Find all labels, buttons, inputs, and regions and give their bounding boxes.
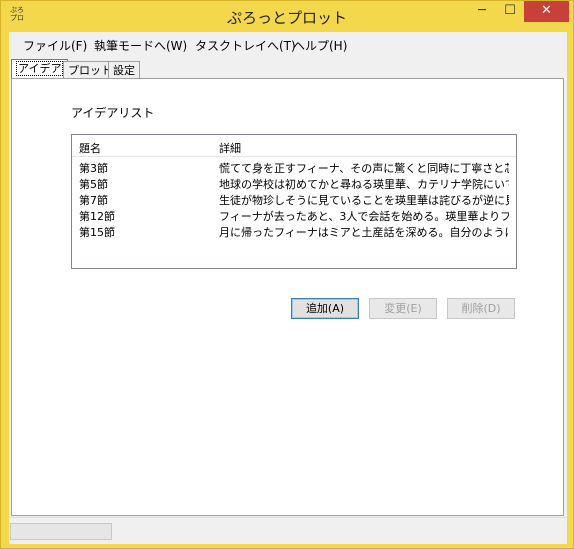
tab-idea[interactable]: アイデア [11, 59, 69, 79]
list-header: 題名 詳細 [72, 135, 516, 157]
status-pane [10, 523, 112, 540]
column-header-title[interactable]: 題名 [79, 140, 101, 156]
item-title: 第12節 [79, 210, 115, 223]
item-detail: 月に帰ったフィーナはミアと土産話を深める。自分のように月... [219, 226, 509, 239]
menu-bar: ファイル(F) 執筆モードへ(W) タスクトレイへ(T) ヘルプ(H) [9, 32, 567, 56]
menu-help[interactable]: ヘルプ(H) [293, 37, 347, 54]
menu-writing-mode[interactable]: 執筆モードへ(W) [94, 37, 187, 54]
item-title: 第5節 [79, 178, 108, 191]
list-item[interactable]: 第3節 慌てて身を正すフィーナ、その声に驚くと同時に丁寧さと芯の... [72, 160, 516, 176]
title-bar[interactable]: ぷろ プロ ぷろっとプロット ─ ☐ ✕ [1, 1, 573, 32]
item-detail: 生徒が物珍しそうに見ていることを瑛里華は詫びるが逆に見... [219, 194, 509, 207]
tab-settings[interactable]: 設定 [108, 61, 140, 78]
add-button[interactable]: 追加(A) [291, 298, 359, 319]
item-title: 第15節 [79, 226, 115, 239]
list-item[interactable]: 第15節 月に帰ったフィーナはミアと土産話を深める。自分のように月... [72, 224, 516, 240]
status-bar [9, 517, 567, 544]
close-button[interactable]: ✕ [524, 1, 569, 22]
idea-panel: アイデアリスト 題名 詳細 第3節 慌てて身を正すフィーナ、その声に驚くと同時に… [11, 78, 564, 516]
column-header-detail[interactable]: 詳細 [219, 140, 241, 156]
delete-button[interactable]: 削除(D) [447, 298, 515, 319]
list-item[interactable]: 第5節 地球の学校は初めてかと尋ねる瑛里華、カテリナ学院にいて... [72, 176, 516, 192]
list-item[interactable]: 第7節 生徒が物珍しそうに見ていることを瑛里華は詫びるが逆に見... [72, 192, 516, 208]
idea-list[interactable]: 題名 詳細 第3節 慌てて身を正すフィーナ、その声に驚くと同時に丁寧さと芯の..… [71, 134, 517, 269]
item-title: 第3節 [79, 162, 108, 175]
menu-file[interactable]: ファイル(F) [23, 37, 87, 54]
main-client: アイデア プロット 設定 アイデアリスト 題名 詳細 第3節 慌てて身を正すフィ… [9, 56, 567, 544]
list-item[interactable]: 第12節 フィーナが去ったあと、3人で会話を始める。瑛里華よりフィー... [72, 208, 516, 224]
maximize-button[interactable]: ☐ [496, 1, 524, 22]
item-detail: フィーナが去ったあと、3人で会話を始める。瑛里華よりフィー... [219, 210, 509, 223]
menu-task-tray[interactable]: タスクトレイへ(T) [195, 37, 296, 54]
edit-button[interactable]: 変更(E) [369, 298, 437, 319]
minimize-button[interactable]: ─ [468, 1, 496, 22]
idea-list-label: アイデアリスト [71, 106, 155, 120]
app-window: ぷろ プロ ぷろっとプロット ─ ☐ ✕ ファイル(F) 執筆モードへ(W) タス… [0, 0, 574, 549]
tab-idea-label: アイデア [16, 61, 64, 76]
item-detail: 地球の学校は初めてかと尋ねる瑛里華、カテリナ学院にいて... [219, 178, 509, 191]
item-detail: 慌てて身を正すフィーナ、その声に驚くと同時に丁寧さと芯の... [219, 162, 509, 175]
item-title: 第7節 [79, 194, 108, 207]
